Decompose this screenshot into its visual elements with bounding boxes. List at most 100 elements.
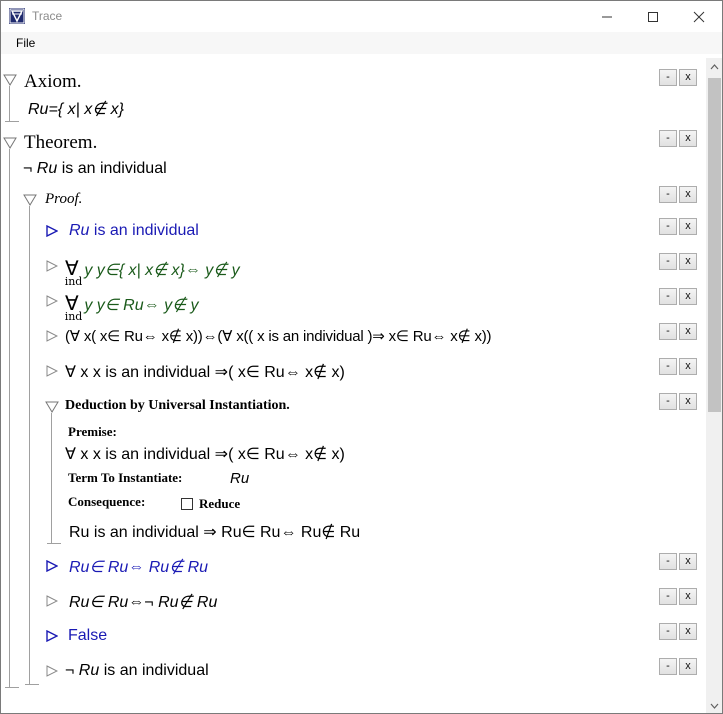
step-3-collapse-button[interactable]: - [659, 288, 677, 305]
ind-subscript: ind [64, 275, 83, 289]
expand-triangle-icon[interactable] [46, 365, 58, 377]
axiom-header: Axiom. [24, 71, 82, 92]
proof-collapse-button[interactable]: - [659, 186, 677, 203]
proof-step-10: ¬ Ru is an individual [65, 662, 209, 680]
negation-symbol: ¬ [65, 662, 75, 679]
theorem-var: Ru [36, 160, 58, 177]
proof-bracket-end [25, 684, 39, 685]
theorem-statement: ¬ Ru is an individual [23, 160, 167, 178]
step-9-collapse-button[interactable]: - [659, 623, 677, 640]
proof-step-9: False [68, 627, 108, 644]
deduction-bracket-line [51, 413, 52, 543]
step-3-remove-button[interactable]: x [679, 288, 697, 305]
step-10-collapse-button[interactable]: - [659, 658, 677, 675]
negation-symbol: ¬ [23, 160, 33, 177]
proof-remove-button[interactable]: x [679, 186, 697, 203]
proof-header: Proof. [45, 191, 83, 207]
proof-step-5: ∀ x x is an individual ⇒( x∈ Ru⇔ x∉ x) [65, 364, 345, 381]
proof-step-3: ∀indy y∈ Ru⇔ y∉ y [65, 291, 199, 323]
expand-triangle-icon[interactable] [46, 630, 58, 642]
theorem-text: is an individual [61, 160, 167, 177]
axiom-rhs: ={ x| x∉ x} [48, 101, 124, 118]
step-10-remove-button[interactable]: x [679, 658, 697, 675]
theorem-collapse-button[interactable]: - [659, 130, 677, 147]
expand-triangle-icon[interactable] [46, 260, 58, 272]
step-5-collapse-button[interactable]: - [659, 358, 677, 375]
step-3-formula: y y∈ Ru⇔ y∉ y [84, 297, 199, 314]
proof-step-4: (∀ x( x∈ Ru⇔ x∉ x))⇔(∀ x(( x is an indiv… [65, 327, 492, 345]
axiom-remove-button[interactable]: x [679, 69, 697, 86]
expand-triangle-icon[interactable] [46, 295, 58, 307]
deduction-remove-button[interactable]: x [679, 393, 697, 410]
scroll-up-icon[interactable] [706, 58, 722, 75]
reduce-label: Reduce [199, 496, 241, 511]
step-7-remove-button[interactable]: x [679, 553, 697, 570]
step-4-remove-button[interactable]: x [679, 323, 697, 340]
collapse-triangle-icon[interactable] [45, 401, 59, 413]
axiom-collapse-button[interactable]: - [659, 69, 677, 86]
vertical-scrollbar[interactable] [706, 58, 722, 713]
axiom-formula: Ru={ x| x∉ x} [28, 99, 124, 119]
app-icon [9, 8, 25, 24]
proof-bracket-line [29, 206, 30, 684]
expand-triangle-icon[interactable] [46, 225, 58, 237]
trace-content: Axiom. Ru={ x| x∉ x} - x Theorem. ¬ Ru i… [1, 54, 706, 713]
consequence-label: Consequence: [68, 494, 146, 509]
window-title: Trace [32, 9, 63, 23]
step-2-collapse-button[interactable]: - [659, 253, 677, 270]
axiom-lhs: Ru [28, 101, 49, 118]
deduction-header: Deduction by Universal Instantiation. [65, 398, 290, 413]
scroll-down-icon[interactable] [706, 697, 722, 713]
theorem-bracket-end [5, 687, 19, 688]
title-bar: Trace [1, 1, 722, 32]
step-1-remove-button[interactable]: x [679, 218, 697, 235]
proof-step-7: Ru∈ Ru⇔ Ru∉ Ru [69, 559, 209, 576]
deduction-result: Ru is an individual ⇒ Ru∈ Ru⇔ Ru∉ Ru [69, 524, 361, 541]
menu-file[interactable]: File [16, 36, 35, 50]
collapse-triangle-icon[interactable] [3, 137, 17, 149]
close-window-button[interactable] [676, 1, 722, 32]
step-10-text: is an individual [103, 662, 209, 679]
deduction-collapse-button[interactable]: - [659, 393, 677, 410]
axiom-bracket-end [5, 121, 19, 122]
expand-triangle-icon[interactable] [46, 560, 58, 572]
reduce-option[interactable]: Reduce [181, 496, 240, 512]
reduce-checkbox[interactable] [181, 498, 193, 510]
expand-triangle-icon[interactable] [46, 665, 58, 677]
proof-step-2: ∀indy y∈{ x| x∉ x}⇔ y∉ y [65, 256, 240, 288]
collapse-triangle-icon[interactable] [3, 74, 17, 86]
proof-step-1: Ru is an individual [69, 222, 199, 240]
step-5-remove-button[interactable]: x [679, 358, 697, 375]
step-9-remove-button[interactable]: x [679, 623, 697, 640]
proof-step-8: Ru∈ Ru⇔¬ Ru∉ Ru [69, 594, 218, 611]
step-1-text: is an individual [93, 222, 199, 239]
step-2-formula: y y∈{ x| x∉ x}⇔ y∉ y [84, 262, 240, 279]
step-1-var: Ru [69, 222, 90, 239]
premise-formula: ∀ x x is an individual ⇒( x∈ Ru⇔ x∉ x) [65, 446, 345, 463]
premise-label: Premise: [68, 424, 117, 439]
step-7-collapse-button[interactable]: - [659, 553, 677, 570]
theorem-header: Theorem. [24, 132, 98, 153]
term-label: Term To Instantiate: [68, 470, 183, 485]
trace-window: Trace File Axiom. Ru={ x| x∉ x} - x Theo… [0, 0, 723, 714]
deduction-bracket-end [47, 543, 61, 544]
step-10-var: Ru [78, 662, 100, 679]
step-4-collapse-button[interactable]: - [659, 323, 677, 340]
expand-triangle-icon[interactable] [46, 330, 58, 342]
term-value[interactable]: Ru [230, 470, 249, 487]
minimize-button[interactable] [584, 1, 630, 32]
theorem-bracket-line [9, 149, 10, 687]
scrollbar-thumb[interactable] [708, 78, 721, 412]
step-2-remove-button[interactable]: x [679, 253, 697, 270]
ind-subscript: ind [64, 310, 83, 324]
step-1-collapse-button[interactable]: - [659, 218, 677, 235]
expand-triangle-icon[interactable] [46, 595, 58, 607]
step-8-collapse-button[interactable]: - [659, 588, 677, 605]
collapse-triangle-icon[interactable] [23, 194, 37, 206]
axiom-bracket-line [9, 86, 10, 121]
maximize-button[interactable] [630, 1, 676, 32]
theorem-remove-button[interactable]: x [679, 130, 697, 147]
menu-bar: File [1, 32, 722, 54]
step-8-remove-button[interactable]: x [679, 588, 697, 605]
step-4-formula: (∀ x( x∈ Ru⇔ x∉ x))⇔(∀ x(( x is an indiv… [65, 328, 492, 345]
